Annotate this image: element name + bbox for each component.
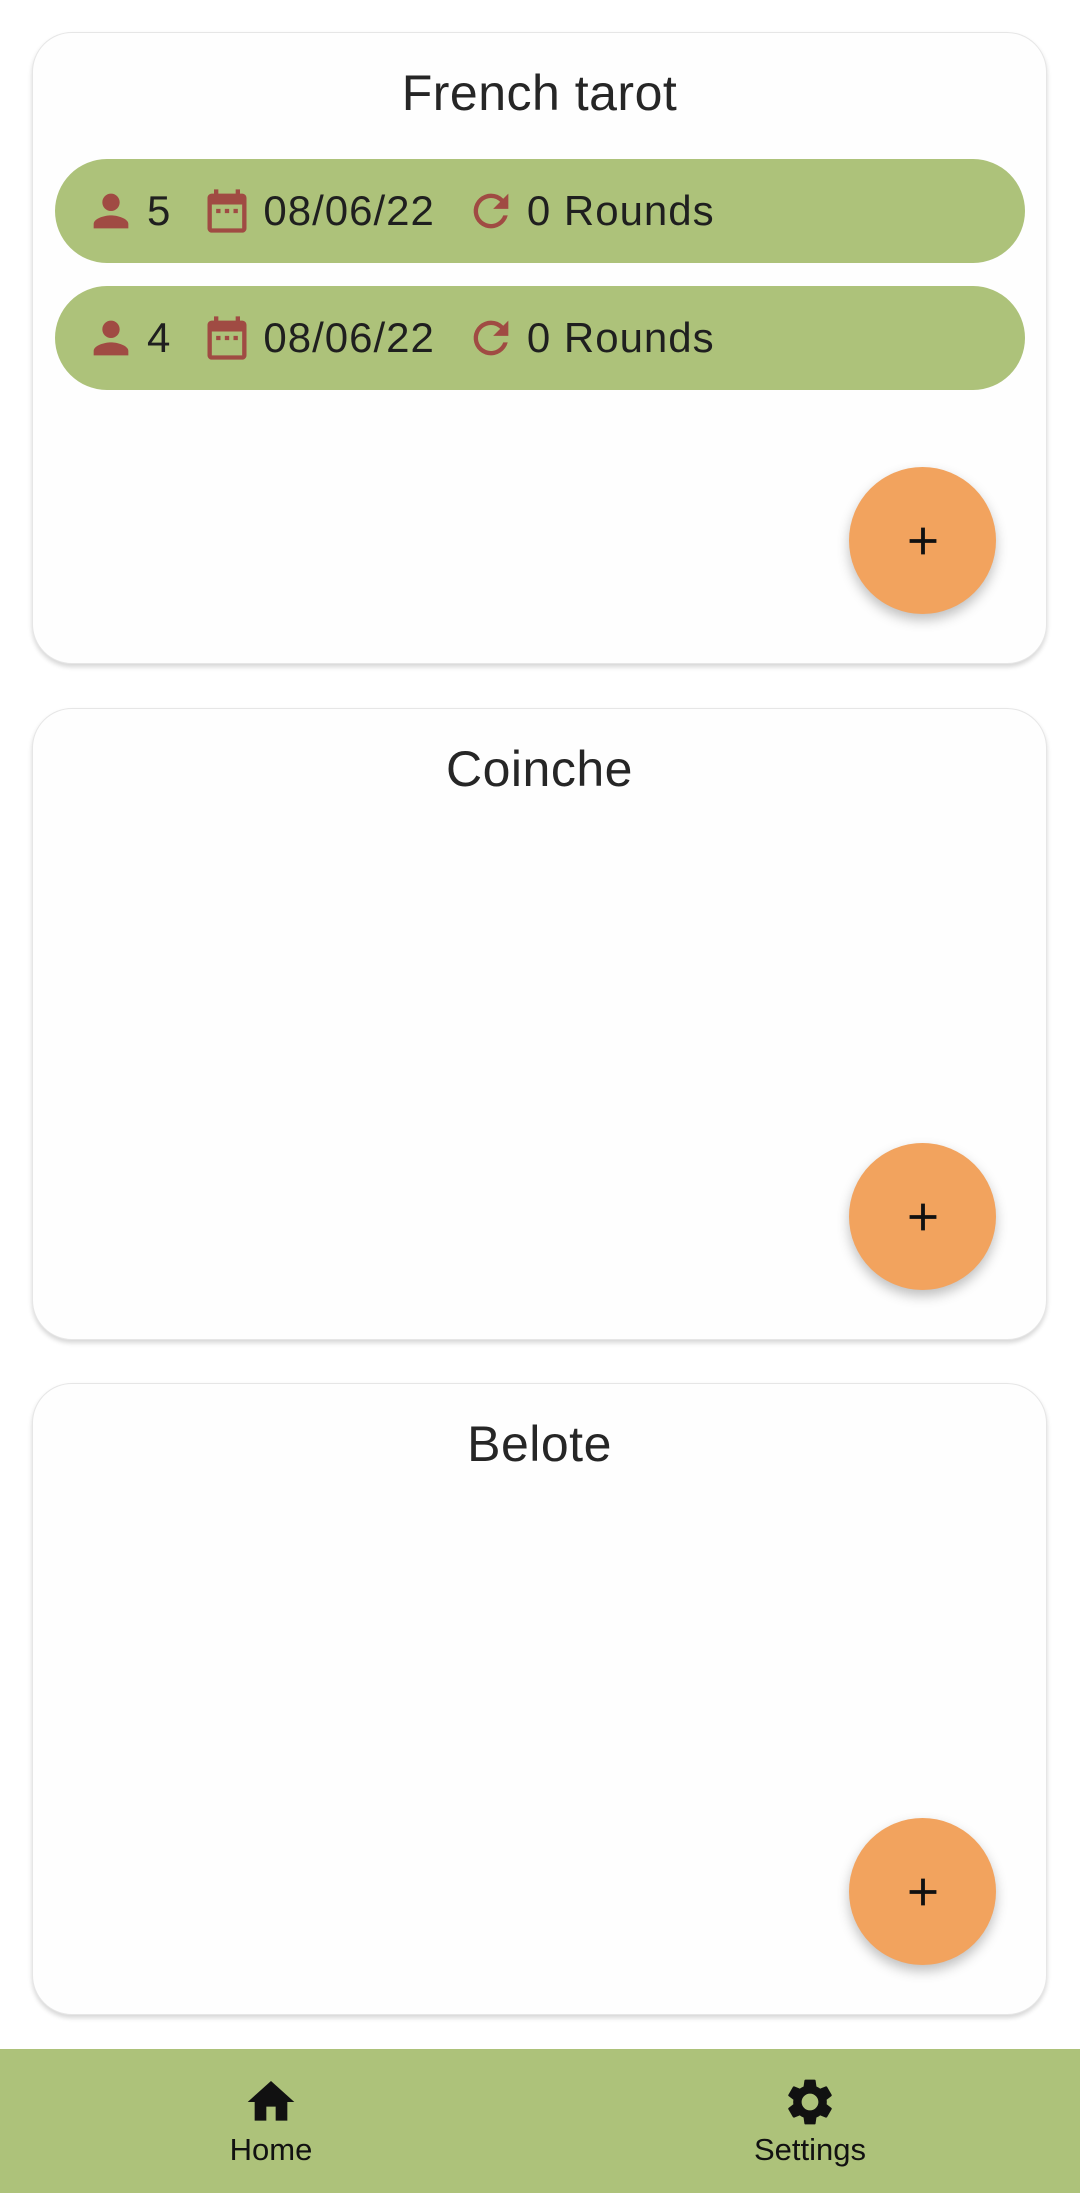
- player-count: 5: [147, 187, 172, 234]
- nav-label: Home: [229, 2132, 313, 2167]
- calendar-icon: [201, 185, 253, 237]
- player-count: 4: [147, 314, 172, 361]
- person-icon: [85, 312, 137, 364]
- section-title: Belote: [467, 1416, 612, 1472]
- game-date: 08/06/22: [263, 314, 435, 361]
- person-icon: [85, 185, 137, 237]
- section-card-coinche: Coinche: [32, 708, 1047, 1340]
- game-row[interactable]: 4 08/06/22 0 Rounds: [55, 286, 1025, 390]
- add-game-button[interactable]: [849, 467, 996, 614]
- game-row[interactable]: 5 08/06/22 0 Rounds: [55, 159, 1025, 263]
- nav-item-home[interactable]: Home: [171, 2049, 371, 2193]
- rounds-count: 0 Rounds: [526, 314, 715, 361]
- game-date: 08/06/22: [263, 187, 435, 234]
- nav-label: Settings: [753, 2132, 866, 2167]
- bottom-navigation: Home Settings: [0, 2049, 1080, 2193]
- home-screen: French tarot 5 08/06/22 0 Rounds 4 08/06…: [0, 0, 1080, 2193]
- section-card-belote: Belote: [32, 1383, 1047, 2015]
- home-icon: [247, 2081, 295, 2121]
- refresh-icon: [465, 185, 517, 237]
- add-game-button[interactable]: [849, 1818, 996, 1965]
- section-title: Coinche: [446, 741, 633, 797]
- section-title: French tarot: [401, 65, 678, 121]
- gear-icon: [788, 2079, 832, 2125]
- calendar-icon: [201, 312, 253, 364]
- nav-item-settings[interactable]: Settings: [710, 2049, 910, 2193]
- add-game-button[interactable]: [849, 1143, 996, 1290]
- plus-icon: [909, 1203, 936, 1230]
- section-card-french-tarot: French tarot 5 08/06/22 0 Rounds 4 08/06…: [32, 32, 1047, 664]
- rounds-count: 0 Rounds: [526, 187, 715, 234]
- plus-icon: [909, 527, 936, 554]
- refresh-icon: [465, 312, 517, 364]
- plus-icon: [909, 1878, 936, 1905]
